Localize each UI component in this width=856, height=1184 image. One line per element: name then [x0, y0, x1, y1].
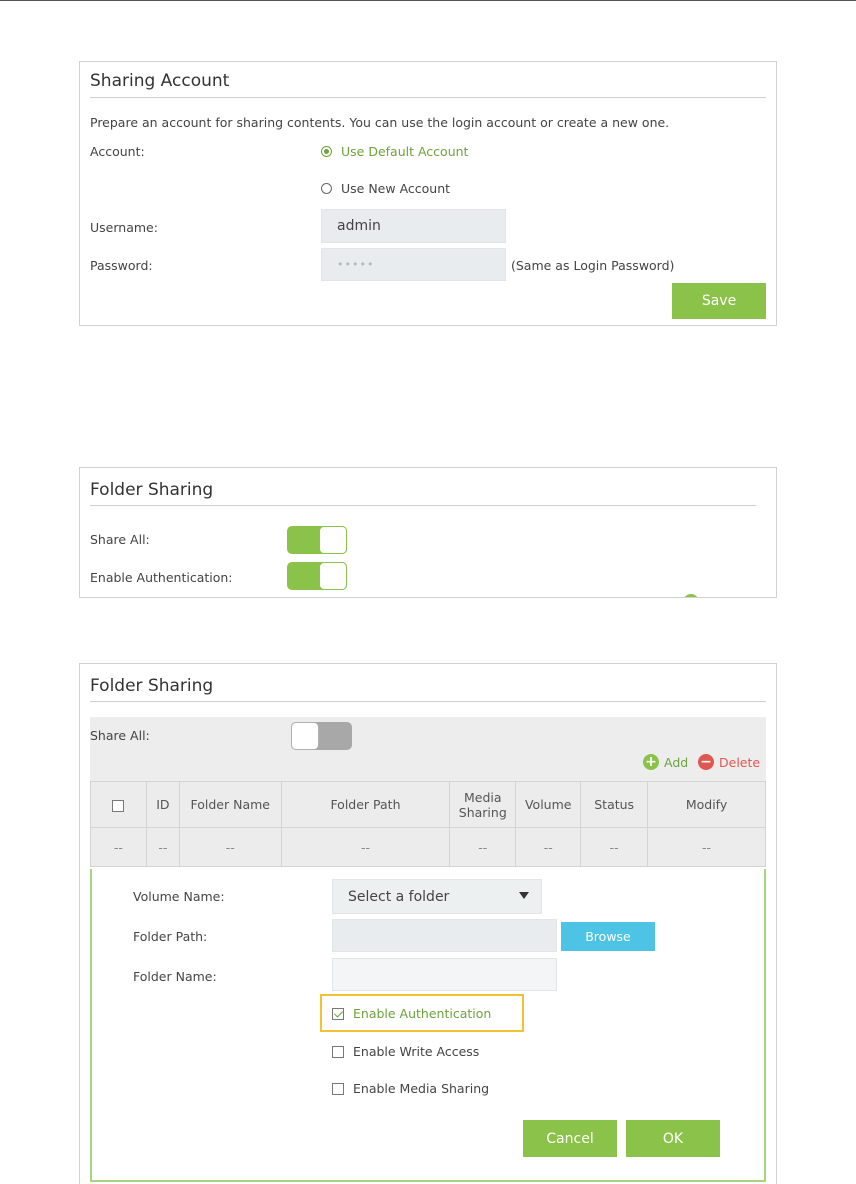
title-divider	[90, 701, 766, 702]
cancel-button[interactable]: Cancel	[523, 1120, 617, 1157]
delete-label: Delete	[719, 754, 761, 770]
top-rule	[0, 0, 856, 1]
table-cell: --	[515, 827, 582, 867]
partial-green-shape	[683, 594, 699, 597]
folder-sharing-panel-2: Folder Sharing Share All: + Add − Delete…	[79, 663, 777, 1184]
account-label: Account:	[90, 144, 145, 159]
folder-path-label: Folder Path:	[133, 929, 208, 944]
username-label: Username:	[90, 220, 158, 235]
folder-name-label: Folder Name:	[133, 969, 217, 984]
password-note: (Same as Login Password)	[511, 258, 675, 273]
password-label: Password:	[90, 258, 153, 273]
column-header: ID	[145, 781, 180, 828]
dropdown-arrow-icon	[519, 892, 529, 899]
toggle-knob	[291, 722, 319, 750]
panel-title: Sharing Account	[90, 71, 230, 91]
panel-title: Folder Sharing	[90, 480, 214, 500]
enable-media-sharing-checkbox[interactable]: Enable Media Sharing	[332, 1081, 489, 1096]
username-field[interactable]: admin	[321, 209, 506, 243]
volume-select[interactable]: Select a folder	[332, 879, 542, 914]
save-button[interactable]: Save	[672, 283, 766, 319]
table-cell: --	[145, 827, 180, 867]
column-header: Volume	[515, 781, 582, 828]
sharing-account-panel: Sharing Account Prepare an account for s…	[79, 61, 777, 326]
column-header: Status	[580, 781, 649, 828]
share-all-label: Share All:	[90, 728, 150, 743]
column-header: Modify	[647, 781, 766, 828]
table-row: -- -- -- -- -- -- -- --	[90, 827, 766, 867]
table-cell: --	[280, 827, 451, 867]
delete-button[interactable]: − Delete	[698, 754, 760, 770]
add-button[interactable]: + Add	[643, 754, 688, 770]
browse-button[interactable]: Browse	[561, 922, 655, 951]
checkbox-checked-icon[interactable]	[332, 1007, 344, 1020]
ok-button[interactable]: OK	[626, 1120, 720, 1157]
column-header: Folder Path	[280, 781, 451, 828]
share-all-toggle[interactable]	[291, 722, 352, 750]
table-cell: --	[580, 827, 649, 867]
table-cell: --	[90, 827, 147, 867]
radio-selected-icon[interactable]	[321, 146, 332, 157]
table-cell: --	[449, 827, 517, 867]
enable-media-sharing-label: Enable Media Sharing	[353, 1081, 490, 1096]
add-folder-form: Volume Name: Select a folder Folder Path…	[90, 869, 766, 1182]
description-text: Prepare an account for sharing contents.…	[90, 115, 670, 130]
toggle-knob	[319, 526, 347, 554]
checkbox-unchecked-icon[interactable]	[332, 1045, 344, 1058]
radio-new-account[interactable]: Use New Account	[321, 181, 450, 196]
password-field[interactable]: •••••	[321, 248, 506, 281]
enable-write-access-label: Enable Write Access	[353, 1044, 480, 1059]
radio-unselected-icon[interactable]	[321, 183, 332, 194]
folder-name-field[interactable]	[332, 958, 557, 991]
minus-icon: −	[698, 754, 714, 770]
table-cell: --	[178, 827, 282, 867]
volume-select-value: Select a folder	[348, 888, 450, 905]
volume-name-label: Volume Name:	[133, 889, 225, 904]
plus-icon: +	[643, 754, 659, 770]
add-label: Add	[664, 754, 689, 770]
title-divider	[90, 97, 766, 98]
toggle-knob	[319, 562, 347, 590]
title-divider	[90, 505, 756, 506]
panel-title: Folder Sharing	[90, 676, 214, 696]
select-all-cell	[90, 781, 147, 828]
username-value: admin	[337, 218, 381, 234]
folder-table: ID Folder Name Folder Path Media Sharing…	[90, 781, 766, 867]
radio-default-account[interactable]: Use Default Account	[321, 144, 468, 159]
checkbox-unchecked-icon[interactable]	[332, 1082, 344, 1095]
radio-new-label: Use New Account	[341, 181, 451, 196]
enable-authentication-checkbox[interactable]: Enable Authentication	[332, 1006, 491, 1021]
table-cell: --	[647, 827, 766, 867]
enable-authentication-toggle[interactable]	[287, 562, 347, 590]
select-all-checkbox[interactable]	[112, 799, 125, 812]
column-header: Folder Name	[178, 781, 282, 828]
folder-path-field[interactable]	[332, 919, 557, 952]
password-value: •••••	[337, 258, 375, 271]
column-header: Media Sharing	[449, 781, 517, 828]
radio-default-label: Use Default Account	[341, 144, 469, 159]
enable-authentication-label: Enable Authentication:	[90, 570, 233, 585]
table-header-row: ID Folder Name Folder Path Media Sharing…	[90, 781, 766, 828]
folder-sharing-panel-1: Folder Sharing Share All: Enable Authent…	[79, 467, 777, 598]
enable-write-access-checkbox[interactable]: Enable Write Access	[332, 1044, 479, 1059]
enable-authentication-label: Enable Authentication	[353, 1006, 492, 1021]
share-all-toggle[interactable]	[287, 526, 347, 554]
share-all-label: Share All:	[90, 532, 150, 547]
